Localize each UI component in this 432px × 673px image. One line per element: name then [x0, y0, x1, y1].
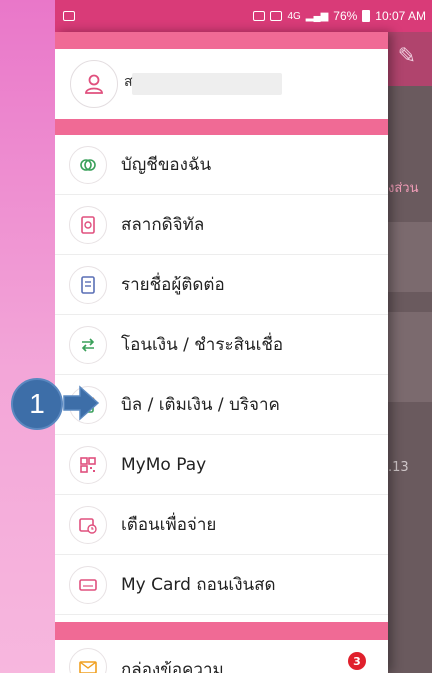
- drawer-top-band: [55, 32, 388, 49]
- network-type: 4G: [287, 10, 301, 22]
- background-text-2: .13: [388, 460, 409, 475]
- menu-label: MyMo Pay: [121, 454, 207, 475]
- drawer-menu: บัญชีของฉัน สลากดิจิทัล รายชื่อผู้ติดต่อ…: [55, 135, 388, 615]
- profile-header[interactable]: ส: [55, 49, 388, 119]
- menu-item-inbox[interactable]: กล่องข้อความ 3: [55, 640, 388, 673]
- transfer-arrows-icon: [69, 325, 107, 364]
- user-icon: [85, 74, 103, 94]
- inbox-unread-badge: 3: [348, 652, 366, 670]
- menu-label: โอนเงิน / ชำระสินเชื่อ: [121, 335, 284, 355]
- menu-item-contacts[interactable]: รายชื่อผู้ติดต่อ: [55, 255, 388, 315]
- sim-icon: [253, 11, 266, 21]
- contacts-book-icon: [69, 265, 107, 304]
- menu-item-digital-lottery[interactable]: สลากดิจิทัล: [55, 195, 388, 255]
- menu-item-bill-topup-donate[interactable]: บิล / เติมเงิน / บริจาค: [55, 375, 388, 435]
- phone-screen: ✎ งส่วน .13 4G ▂▄▆ 76% 10:07 AM ส บัญชีข…: [55, 0, 432, 673]
- screenshot-icon: [270, 11, 283, 21]
- navigation-drawer: ส บัญชีของฉัน สลากดิจิทัล รายชื่อผู้ติดต…: [55, 32, 388, 673]
- qr-code-icon: [69, 445, 107, 484]
- menu-item-my-card-cash[interactable]: My Card ถอนเงินสด: [55, 555, 388, 615]
- username-redacted: ส: [124, 73, 282, 95]
- background-card-2: [388, 312, 432, 402]
- menu-label: เตือนเพื่อจ่าย: [121, 515, 217, 535]
- background-card-1: [388, 222, 432, 292]
- menu-label: สลากดิจิทัล: [121, 215, 205, 235]
- menu-label: บัญชีของฉัน: [121, 155, 212, 175]
- menu-item-payment-reminder[interactable]: เตือนเพื่อจ่าย: [55, 495, 388, 555]
- calendar-clock-icon: [69, 505, 107, 544]
- callout-arrow-icon: [63, 385, 100, 421]
- signal-bars-icon: ▂▄▆: [305, 10, 329, 22]
- drawer-divider-band-2: [55, 622, 388, 640]
- edit-pencil-icon[interactable]: ✎: [398, 44, 416, 69]
- lottery-ticket-icon: [69, 205, 107, 244]
- background-text-1: งส่วน: [388, 181, 419, 196]
- username-prefix: ส: [124, 74, 133, 90]
- clock: 10:07 AM: [375, 9, 426, 23]
- menu-label: บิล / เติมเงิน / บริจาค: [121, 395, 280, 415]
- battery-percent: 76%: [333, 9, 358, 23]
- avatar[interactable]: [70, 60, 118, 108]
- battery-icon: [362, 10, 371, 22]
- envelope-icon: [69, 648, 107, 673]
- menu-item-my-accounts[interactable]: บัญชีของฉัน: [55, 135, 388, 195]
- menu-label: กล่องข้อความ: [121, 660, 224, 673]
- menu-label: My Card ถอนเงินสด: [121, 575, 276, 595]
- menu-item-mymo-pay[interactable]: MyMo Pay: [55, 435, 388, 495]
- coins-icon: [69, 145, 107, 184]
- atm-card-icon: [69, 565, 107, 604]
- drawer-divider-band: [55, 119, 388, 135]
- status-bar: 4G ▂▄▆ 76% 10:07 AM: [55, 0, 432, 32]
- menu-item-transfer[interactable]: โอนเงิน / ชำระสินเชื่อ: [55, 315, 388, 375]
- gallery-notification-icon: [63, 11, 75, 21]
- menu-label: รายชื่อผู้ติดต่อ: [121, 275, 225, 295]
- step-number-callout: 1: [11, 378, 63, 430]
